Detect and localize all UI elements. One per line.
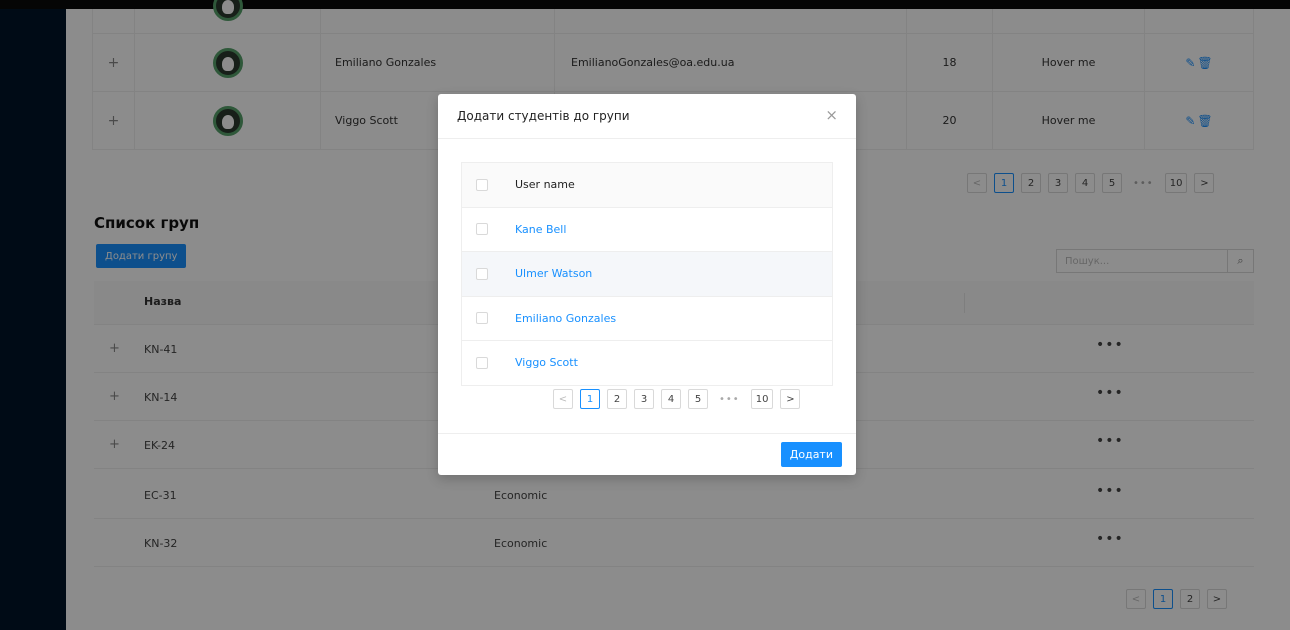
select-all-checkbox[interactable] [476, 178, 488, 191]
user-name-link[interactable]: Viggo Scott [515, 356, 578, 369]
table-row: Kane Bell [462, 208, 832, 252]
user-name-link[interactable]: Kane Bell [515, 223, 566, 236]
page-button[interactable]: 10 [750, 389, 774, 409]
modal-pagination: < 1 2 3 4 5 ••• 10 > [553, 389, 801, 409]
page-button[interactable]: 3 [634, 389, 654, 409]
page-button[interactable]: 2 [607, 389, 627, 409]
modal-footer-divider [438, 433, 856, 434]
row-checkbox[interactable] [476, 223, 488, 236]
submit-add-button[interactable]: Додати [780, 442, 842, 467]
table-row: Ulmer Watson [462, 252, 832, 297]
column-user-name: User name [515, 178, 575, 192]
add-students-modal: Додати студентів до групи × User name Ka… [438, 94, 856, 475]
page-button[interactable]: 5 [688, 389, 708, 409]
modal-title: Додати студентів до групи [457, 109, 630, 123]
table-row: Emiliano Gonzales [462, 297, 832, 341]
users-table: User name Kane Bell Ulmer Watson Emilian… [461, 162, 833, 386]
page-button[interactable]: 4 [661, 389, 681, 409]
table-header: User name [462, 163, 832, 208]
user-name-link[interactable]: Emiliano Gonzales [515, 312, 616, 325]
next-page-button[interactable]: > [780, 389, 801, 409]
user-name-link[interactable]: Ulmer Watson [515, 267, 592, 280]
row-checkbox[interactable] [476, 267, 488, 280]
page-button[interactable]: 1 [580, 389, 600, 409]
modal-header: Додати студентів до групи × [438, 94, 856, 139]
close-icon[interactable]: × [825, 106, 838, 124]
row-checkbox[interactable] [476, 356, 488, 369]
prev-page-button[interactable]: < [553, 389, 573, 409]
row-checkbox[interactable] [476, 312, 488, 325]
table-row: Viggo Scott [462, 341, 832, 386]
more-pages[interactable]: ••• [715, 389, 744, 409]
